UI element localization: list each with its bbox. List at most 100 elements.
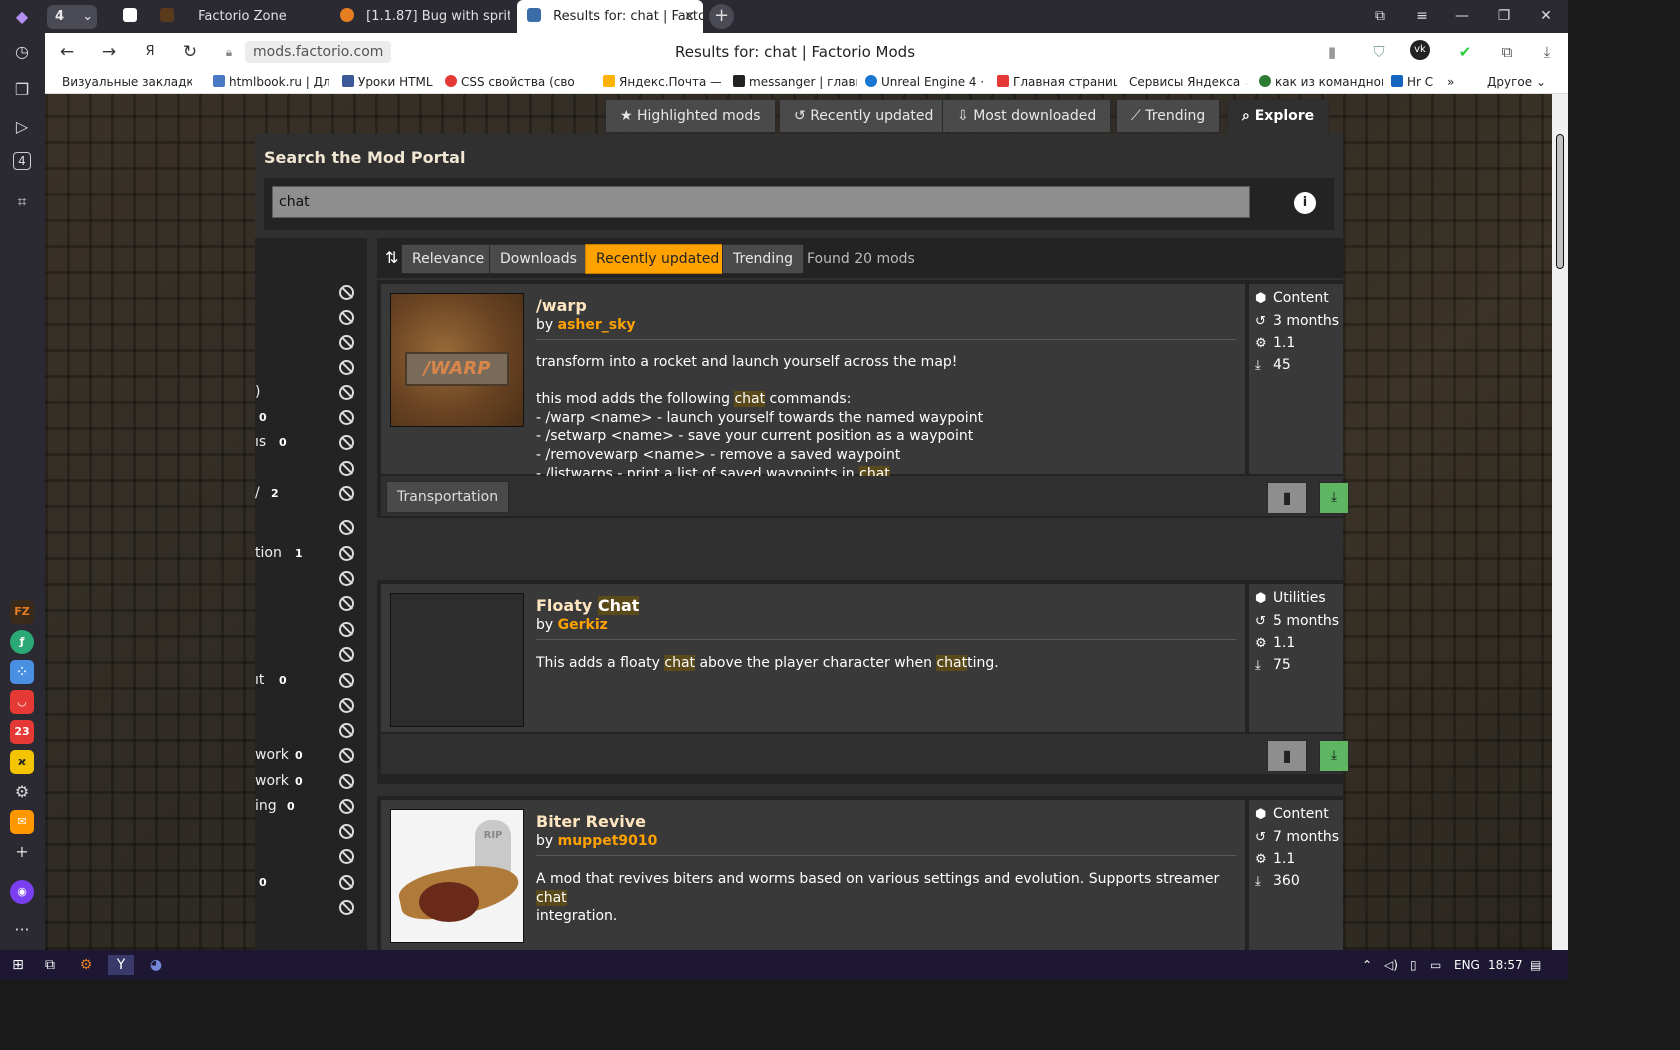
tab-factorio-zone[interactable]: Factorio Zone <box>150 0 328 33</box>
exclude-filter-icon[interactable] <box>339 647 354 662</box>
filter-row[interactable] <box>255 515 367 540</box>
tag-transportation[interactable]: Transportation <box>386 481 510 513</box>
exclude-filter-icon[interactable] <box>339 546 354 561</box>
app-icon-mail[interactable]: ✉ <box>10 810 34 834</box>
bookmark-hr[interactable]: Hr С <box>1391 71 1443 93</box>
more-icon[interactable]: ··· <box>10 918 34 942</box>
tab-highlighted-mods[interactable]: ★ Highlighted mods <box>605 99 776 133</box>
exclude-filter-icon[interactable] <box>339 335 354 350</box>
filter-row[interactable]: 0 <box>255 405 367 430</box>
exclude-filter-icon[interactable] <box>339 435 354 450</box>
bookmark-yandex-mail[interactable]: Яндекс.Почта — С <box>603 71 721 93</box>
mod-thumbnail[interactable]: /WARP <box>390 293 524 427</box>
filter-row[interactable]: 0 <box>255 870 367 895</box>
info-icon[interactable]: i <box>1294 192 1316 214</box>
exclude-filter-icon[interactable] <box>339 673 354 688</box>
filter-row[interactable] <box>255 895 367 920</box>
protect-icon[interactable]: ⛉ <box>1367 40 1391 64</box>
yandex-icon[interactable]: Я <box>138 40 162 64</box>
language-indicator[interactable]: ENG <box>1454 950 1480 980</box>
filter-row[interactable]: /2 <box>255 481 367 506</box>
filter-row[interactable] <box>255 617 367 642</box>
exclude-filter-icon[interactable] <box>339 774 354 789</box>
exclude-filter-icon[interactable] <box>339 461 354 476</box>
filter-row[interactable] <box>255 693 367 718</box>
filter-row[interactable] <box>255 591 367 616</box>
close-window-icon[interactable]: ✕ <box>1529 0 1563 33</box>
filter-row[interactable] <box>255 355 367 380</box>
bookmark-mod-button[interactable]: ▮ <box>1267 482 1307 514</box>
discord-taskbar-icon[interactable]: ◕ <box>146 955 166 975</box>
exclude-filter-icon[interactable] <box>339 748 354 763</box>
exclude-filter-icon[interactable] <box>339 622 354 637</box>
tab-chat[interactable] <box>113 0 149 33</box>
search-input[interactable]: chat <box>272 186 1250 218</box>
scrollbar-thumb[interactable] <box>1556 134 1564 269</box>
bookmark-main-page[interactable]: Главная страница <box>997 71 1117 93</box>
mod-title[interactable]: /warp <box>536 296 587 315</box>
bookmarks-other[interactable]: Другое ⌄ <box>1487 71 1547 93</box>
filter-row[interactable] <box>255 280 367 305</box>
exclude-filter-icon[interactable] <box>339 410 354 425</box>
task-view-icon[interactable]: ⧉ <box>40 955 60 975</box>
close-tab-icon[interactable]: × <box>684 0 695 33</box>
filter-row[interactable] <box>255 456 367 481</box>
alice-icon[interactable]: ◉ <box>10 880 34 904</box>
restore-icon[interactable]: ❐ <box>1487 0 1521 33</box>
filter-row[interactable] <box>255 642 367 667</box>
bookmarks-overflow-button[interactable]: » <box>1447 71 1461 93</box>
filter-row[interactable]: work 0 <box>255 743 367 768</box>
factorio-zone-app-icon[interactable]: FZ <box>10 600 34 624</box>
app-icon-green[interactable]: ƒ <box>10 630 34 654</box>
filter-row[interactable] <box>255 566 367 591</box>
filter-row[interactable] <box>255 718 367 743</box>
exclude-filter-icon[interactable] <box>339 520 354 535</box>
exclude-filter-icon[interactable] <box>339 849 354 864</box>
factorio-taskbar-icon[interactable]: ⚙ <box>76 955 96 975</box>
bookmarks-panel-icon[interactable]: ⧉ <box>1363 0 1397 33</box>
bookmark-mod-button[interactable]: ▮ <box>1267 740 1307 772</box>
filter-row[interactable]: ing 0 <box>255 794 367 819</box>
bookmark-htmlbook[interactable]: htmlbook.ru | Для <box>213 71 329 93</box>
mod-title[interactable]: Biter Revive <box>536 812 646 831</box>
mod-title[interactable]: Floaty Chat <box>536 596 640 615</box>
filter-row[interactable] <box>255 844 367 869</box>
app-icon-music[interactable]: ϰ <box>10 750 34 774</box>
filter-row[interactable] <box>255 305 367 330</box>
reload-icon[interactable]: ↻ <box>178 40 202 64</box>
filter-row[interactable]: ) <box>255 380 367 405</box>
bookmark-yandex-services[interactable]: Сервисы Яндекса ⌄ <box>1129 71 1247 93</box>
download-mod-button[interactable]: ⤓ <box>1319 482 1349 514</box>
app-icon-dots[interactable]: ⁘ <box>10 660 34 684</box>
counter-icon[interactable]: 4 <box>13 152 31 170</box>
sort-downloads-button[interactable]: Downloads <box>489 244 588 274</box>
exclude-filter-icon[interactable] <box>339 596 354 611</box>
filter-row[interactable]: ıs 0 <box>255 430 367 455</box>
app-icon-market[interactable]: ◡ <box>10 690 34 714</box>
mic-icon[interactable]: ▯ <box>1410 950 1417 980</box>
bookmark-css[interactable]: CSS свойства (сво <box>445 71 595 93</box>
screenshot-icon[interactable]: ⌗ <box>10 190 34 214</box>
exclude-filter-icon[interactable] <box>339 824 354 839</box>
steam-icon[interactable]: ⚙ <box>10 780 34 804</box>
mod-author-link[interactable]: asher_sky <box>558 317 636 333</box>
filter-row[interactable] <box>255 819 367 844</box>
filter-row[interactable] <box>255 330 367 355</box>
new-tab-button[interactable]: + <box>709 4 734 29</box>
sort-trending-button[interactable]: Trending <box>722 244 804 274</box>
add-panel-icon[interactable]: + <box>10 840 34 864</box>
exclude-filter-icon[interactable] <box>339 486 354 501</box>
mod-author-link[interactable]: Gerkiz <box>558 617 608 633</box>
tab-mod-results[interactable]: Results for: chat | Factori × <box>517 0 703 33</box>
tab-counter[interactable]: 4 ⌄ <box>47 5 97 29</box>
download-icon[interactable]: ⤓ <box>1535 40 1559 64</box>
shield-check-icon[interactable]: ✔ <box>1453 40 1477 64</box>
bookmark-visual[interactable]: Визуальные закладк ⌄ <box>62 71 192 93</box>
exclude-filter-icon[interactable] <box>339 900 354 915</box>
tab-recently-updated[interactable]: ↺ Recently updated <box>779 99 949 133</box>
tab-trending[interactable]: ⟋ Trending <box>1116 99 1221 133</box>
url-field[interactable]: mods.factorio.com <box>245 41 392 63</box>
collections-icon[interactable]: ❐ <box>10 78 34 102</box>
bookmark-cmd[interactable]: как из командной <box>1259 71 1383 93</box>
windows-start-icon[interactable]: ⊞ <box>8 955 28 975</box>
